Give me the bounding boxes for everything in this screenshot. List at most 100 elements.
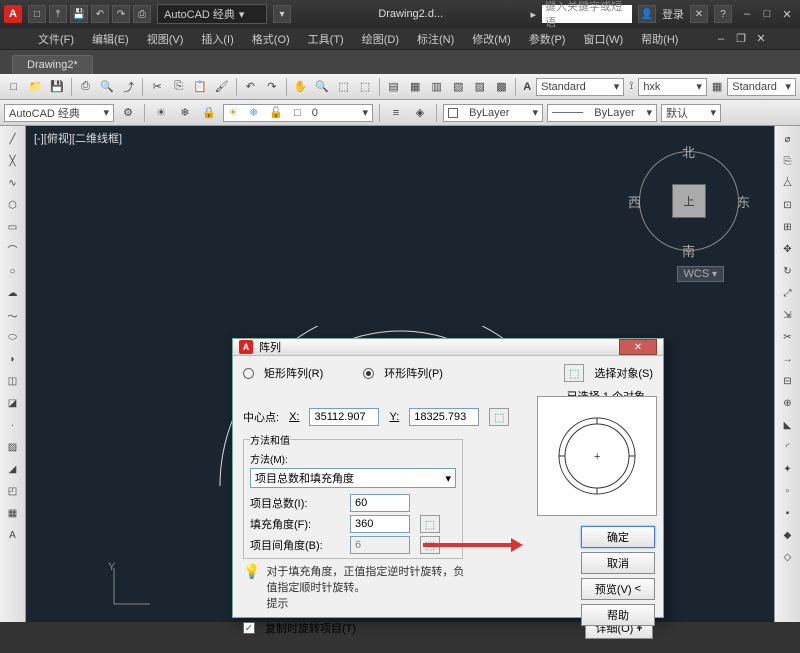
ellipsearc-icon[interactable]: ◗ [3,349,23,369]
linetype-dropdown[interactable]: ──── ByLayer▾ [547,104,657,122]
ellipse-icon[interactable]: ⬭ [3,327,23,347]
tp-icon[interactable]: ▥ [427,77,447,97]
polar-array-radio[interactable] [363,368,374,379]
trim-icon[interactable]: ✂ [778,327,798,347]
redo-icon[interactable]: ↷ [112,5,130,23]
compass-south[interactable]: 南 [682,241,695,260]
zoomprev-icon[interactable]: ⬚ [355,77,375,97]
cut-icon[interactable]: ✂ [147,77,167,97]
doc-minimize-icon[interactable]: – [712,31,730,47]
app-logo[interactable]: A [4,5,22,23]
tool20-icon[interactable]: ◇ [778,547,798,567]
help-icon[interactable]: ? [714,5,732,23]
stretch-icon[interactable]: ⇲ [778,305,798,325]
dialog-titlebar[interactable]: A 阵列 ✕ [233,339,663,356]
erase-icon[interactable]: ⌀ [778,129,798,149]
save-doc-icon[interactable]: 💾 [47,77,67,97]
document-tab[interactable]: Drawing2* [12,55,93,74]
tool17-icon[interactable]: ▫ [778,481,798,501]
fillet-icon[interactable]: ◜ [778,437,798,457]
new-doc-icon[interactable]: □ [4,77,24,97]
pick-fill-button[interactable]: ⬚ [420,515,440,533]
ws-settings-icon[interactable]: ⚙ [118,103,138,123]
move-icon[interactable]: ✥ [778,239,798,259]
center-y-field[interactable]: 18325.793 [409,408,479,426]
plot-icon[interactable]: ⎙ [76,77,96,97]
open-doc-icon[interactable]: 📁 [26,77,46,97]
matchprop-icon[interactable]: 🖌 [212,77,232,97]
layer3-icon[interactable]: 🔒 [199,103,219,123]
menu-file[interactable]: 文件(F) [30,29,82,49]
qat-more-icon[interactable]: ▾ [273,5,291,23]
menu-window[interactable]: 窗口(W) [575,29,631,49]
dialog-close-icon[interactable]: ✕ [619,339,657,355]
revcloud-icon[interactable]: ☁ [3,283,23,303]
exchange-icon[interactable]: ✕ [690,5,708,23]
open-icon[interactable]: ⤒ [49,5,67,23]
zoom-icon[interactable]: 🔍 [312,77,332,97]
copy-rotate-checkbox[interactable]: ✓ [243,622,255,634]
dimstyle-icon[interactable]: ⟟ [629,80,633,93]
gradient-icon[interactable]: ◢ [3,459,23,479]
ok-button[interactable]: 确定 [581,526,655,548]
compass-east[interactable]: 东 [737,192,750,211]
layerstate-icon[interactable]: ≡ [386,103,406,123]
layer-icon[interactable]: ☀ [151,103,171,123]
pick-center-button[interactable]: ⬚ [489,408,509,426]
array-icon[interactable]: ⊞ [778,217,798,237]
markup-icon[interactable]: ▨ [470,77,490,97]
workspace2-dropdown[interactable]: AutoCAD 经典▾ [4,104,114,122]
doc-restore-icon[interactable]: ❐ [732,31,750,47]
join-icon[interactable]: ⊕ [778,393,798,413]
layer-dropdown[interactable]: ☀ ❄ 🔓 □ 0▾ [223,104,373,122]
chamfer-icon[interactable]: ◣ [778,415,798,435]
doc-close-icon[interactable]: ✕ [752,31,770,47]
menu-draw[interactable]: 绘图(D) [354,29,407,49]
save-icon[interactable]: 💾 [70,5,88,23]
view-label[interactable]: [-][俯视][二维线框] [34,130,122,146]
region-icon[interactable]: ◰ [3,481,23,501]
redo2-icon[interactable]: ↷ [262,77,282,97]
help-button[interactable]: 帮助 [581,604,655,626]
dc-icon[interactable]: ▦ [405,77,425,97]
layer2-icon[interactable]: ❄ [175,103,195,123]
explode-icon[interactable]: ✦ [778,459,798,479]
menu-help[interactable]: 帮助(H) [633,29,686,49]
tool19-icon[interactable]: ◆ [778,525,798,545]
pan-icon[interactable]: ✋ [291,77,311,97]
props-icon[interactable]: ▤ [384,77,404,97]
menu-insert[interactable]: 插入(I) [193,29,241,49]
login-label[interactable]: 登录 [662,6,684,22]
compass-north[interactable]: 北 [682,142,695,161]
viewcube-top[interactable]: 上 [672,184,706,218]
tablestyle-icon[interactable]: ▦ [712,80,722,93]
select-objects-button[interactable]: ⬚ [564,364,584,382]
menu-edit[interactable]: 编辑(E) [84,29,137,49]
spline-icon[interactable]: 〜 [3,305,23,325]
layeriso-icon[interactable]: ◈ [410,103,430,123]
break-icon[interactable]: ⊟ [778,371,798,391]
center-x-field[interactable]: 35112.907 [309,408,379,426]
extend-icon[interactable]: → [778,349,798,369]
dimstyle-dropdown[interactable]: hxk▾ [638,78,707,96]
offset-icon[interactable]: ⊡ [778,195,798,215]
fill-field[interactable]: 360 [350,515,410,533]
zoomwin-icon[interactable]: ⬚ [334,77,354,97]
pline-icon[interactable]: ∿ [3,173,23,193]
ssm-icon[interactable]: ▧ [449,77,469,97]
line-icon[interactable]: ╱ [3,129,23,149]
close-icon[interactable]: ✕ [778,6,796,22]
table-icon[interactable]: ▦ [3,503,23,523]
rect-icon[interactable]: ▭ [3,217,23,237]
textstyle-icon[interactable]: A [523,81,531,93]
lineweight-dropdown[interactable]: 默认▾ [661,104,721,122]
preview-icon[interactable]: 🔍 [97,77,117,97]
mirror-icon[interactable]: ⧊ [778,173,798,193]
scale-icon[interactable]: ⤢ [778,283,798,303]
menu-modify[interactable]: 修改(M) [464,29,519,49]
polygon-icon[interactable]: ⬡ [3,195,23,215]
menu-view[interactable]: 视图(V) [139,29,192,49]
cancel-button[interactable]: 取消 [581,552,655,574]
publish-icon[interactable]: ⤴ [119,77,139,97]
undo-icon[interactable]: ↶ [91,5,109,23]
